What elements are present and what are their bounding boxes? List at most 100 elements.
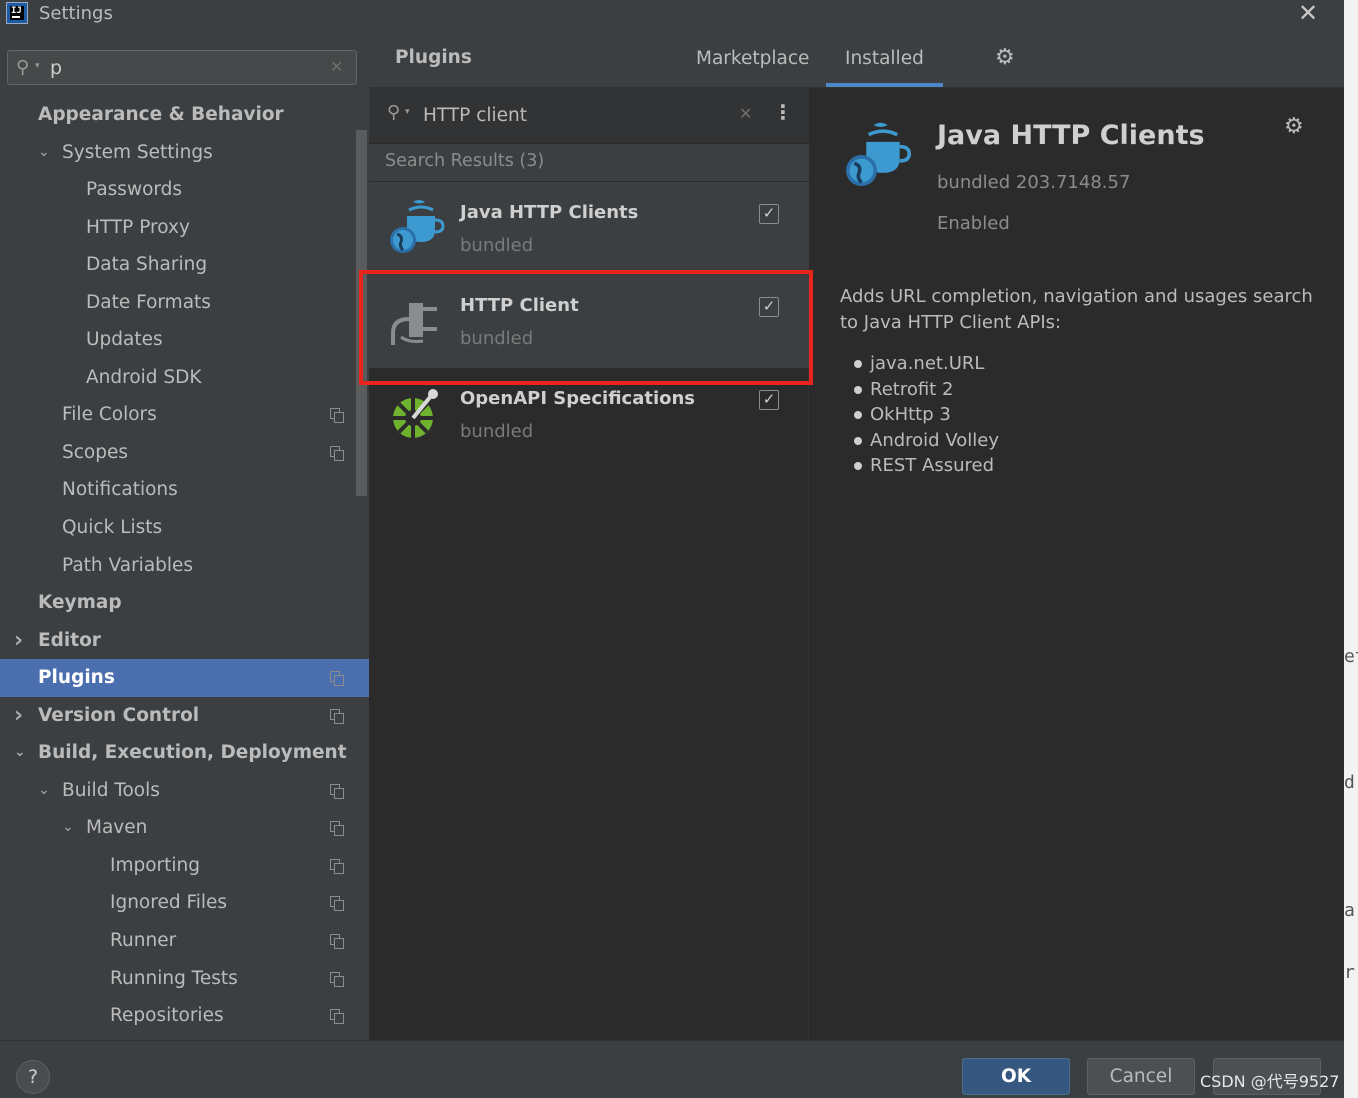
sidebar-item-label: Updates: [86, 329, 163, 351]
sidebar-item-importing[interactable]: Importing: [0, 847, 356, 885]
cancel-button[interactable]: Cancel: [1087, 1058, 1195, 1095]
plugin-feature-list: java.net.URL Retrofit 2 OkHttp 3 Android…: [852, 351, 999, 479]
plugin-enabled-checkbox[interactable]: ✓: [759, 204, 779, 224]
plugin-detail-description: Adds URL completion, navigation and usag…: [840, 286, 1313, 333]
search-results-header: Search Results (3): [369, 144, 809, 181]
sidebar-item-android-sdk[interactable]: Android SDK: [0, 359, 356, 397]
list-item: Android Volley: [852, 428, 999, 454]
sidebar-item-build-tools[interactable]: ⌄ Build Tools: [0, 772, 356, 810]
sidebar-item-label: Importing: [110, 854, 201, 876]
sidebar-item-label: Scopes: [62, 441, 128, 463]
watermark: CSDN @代号9527: [1200, 1072, 1340, 1091]
gear-icon[interactable]: ⚙: [995, 45, 1015, 70]
dialog-footer: ? OK Cancel: [0, 1040, 1344, 1098]
sidebar-item-label: Version Control: [38, 704, 200, 726]
plugin-enabled-checkbox[interactable]: ✓: [759, 390, 779, 410]
window-title: Settings: [39, 3, 113, 24]
sidebar-item-build-execution-deployment[interactable]: ⌄ Build, Execution, Deployment: [0, 734, 356, 772]
sidebar-item-file-colors[interactable]: File Colors: [0, 396, 356, 434]
search-icon: ⚲: [387, 102, 401, 123]
close-window-button[interactable]: ✕: [1296, 1, 1320, 25]
sidebar-item-label: File Colors: [62, 404, 157, 426]
background-text: et: [1344, 646, 1358, 667]
annotation-highlight-box: [359, 270, 813, 385]
settings-sidebar: ⚲ ▾ ✕ Appearance & Behavior ⌄ System Setti…: [0, 30, 369, 1040]
plugin-search-box[interactable]: ⚲ ▾ ✕ ⋮: [369, 88, 809, 143]
sidebar-item-label: Keymap: [38, 592, 122, 614]
plugin-details-panel: Java HTTP Clients ⚙ bundled 203.7148.57 …: [810, 88, 1344, 1040]
plugin-settings-gear-icon[interactable]: ⚙: [1284, 114, 1304, 139]
background-text: r: [1344, 962, 1355, 983]
list-item: java.net.URL: [852, 351, 999, 377]
sidebar-item-editor[interactable]: › Editor: [0, 622, 356, 660]
background-text: a: [1344, 900, 1355, 921]
project-level-settings-icon: [330, 821, 344, 837]
plugin-subtitle: bundled: [460, 235, 534, 256]
sidebar-item-plugins[interactable]: Plugins: [0, 659, 369, 697]
tab-installed[interactable]: Installed: [845, 48, 924, 69]
search-options-caret-icon[interactable]: ▾: [405, 107, 410, 117]
sidebar-item-http-proxy[interactable]: HTTP Proxy: [0, 209, 356, 247]
plugin-row-java-http-clients[interactable]: Java HTTP Clients bundled ✓: [369, 182, 809, 275]
chevron-down-icon[interactable]: ⌄: [38, 134, 50, 172]
sidebar-item-version-control[interactable]: › Version Control: [0, 697, 356, 735]
plugins-panel: Plugins Marketplace Installed ⚙ ⚲ ▾ ✕ ⋮ …: [369, 30, 1344, 1040]
sidebar-item-system-settings[interactable]: ⌄ System Settings: [0, 134, 356, 172]
chevron-down-icon[interactable]: ⌄: [38, 772, 50, 810]
sidebar-item-passwords[interactable]: Passwords: [0, 171, 356, 209]
sidebar-item-quick-lists[interactable]: Quick Lists: [0, 509, 356, 547]
sidebar-item-keymap[interactable]: Keymap: [0, 584, 356, 622]
tab-marketplace[interactable]: Marketplace: [696, 48, 809, 69]
chevron-right-icon[interactable]: ›: [14, 697, 23, 735]
project-level-settings-icon: [330, 445, 344, 461]
sidebar-item-label: Path Variables: [62, 554, 194, 576]
sidebar-item-label: System Settings: [62, 141, 213, 163]
project-level-settings-icon: [330, 971, 344, 987]
sidebar-item-running-tests[interactable]: Running Tests: [0, 960, 356, 998]
clear-search-icon[interactable]: ✕: [739, 104, 752, 123]
intellij-logo-icon: IJ: [6, 2, 28, 24]
sidebar-item-updates[interactable]: Updates: [0, 321, 356, 359]
plugin-search-input[interactable]: [423, 100, 723, 130]
page-title: Plugins: [395, 47, 472, 68]
chevron-down-icon[interactable]: ⌄: [62, 809, 74, 847]
plugin-name: OpenAPI Specifications: [460, 388, 696, 409]
sidebar-item-runner[interactable]: Runner: [0, 922, 356, 960]
plugin-detail-status: Enabled: [937, 213, 1010, 234]
java-http-clients-icon: [390, 200, 445, 253]
ok-button[interactable]: OK: [962, 1058, 1070, 1095]
settings-search-box[interactable]: ⚲ ▾ ✕: [7, 50, 357, 85]
sidebar-item-label: Appearance & Behavior: [38, 104, 284, 125]
plugin-detail-version: bundled 203.7148.57: [937, 172, 1131, 193]
project-level-settings-icon: [330, 934, 344, 950]
project-level-settings-icon: [330, 1009, 344, 1025]
sidebar-item-label: HTTP Proxy: [86, 216, 190, 238]
sidebar-item-ignored-files[interactable]: Ignored Files: [0, 884, 356, 922]
plugin-subtitle: bundled: [460, 421, 534, 442]
sidebar-item-label: Data Sharing: [86, 254, 208, 276]
more-options-icon[interactable]: ⋮: [773, 100, 793, 124]
search-options-caret-icon[interactable]: ▾: [35, 61, 40, 71]
search-results-label: Search Results (3): [385, 151, 545, 171]
project-level-settings-icon: [330, 408, 344, 424]
chevron-right-icon[interactable]: ›: [14, 622, 23, 660]
sidebar-item-maven[interactable]: ⌄ Maven: [0, 809, 356, 847]
sidebar-item-label: Runner: [110, 930, 177, 952]
sidebar-item-label: Date Formats: [86, 291, 211, 313]
sidebar-item-label: Maven: [86, 817, 148, 839]
sidebar-item-label: Plugins: [38, 667, 115, 689]
help-button[interactable]: ?: [16, 1060, 50, 1094]
active-tab-indicator: [826, 83, 943, 87]
sidebar-item-label: Passwords: [86, 179, 183, 201]
settings-search-input[interactable]: [50, 54, 320, 82]
chevron-down-icon[interactable]: ⌄: [14, 734, 26, 772]
sidebar-item-notifications[interactable]: Notifications: [0, 471, 356, 509]
clear-search-icon[interactable]: ✕: [330, 57, 343, 76]
sidebar-item-repositories[interactable]: Repositories: [0, 997, 356, 1035]
sidebar-item-label: Repositories: [110, 1005, 224, 1027]
sidebar-item-date-formats[interactable]: Date Formats: [0, 284, 356, 322]
sidebar-item-appearance-behavior[interactable]: Appearance & Behavior: [0, 96, 356, 134]
sidebar-item-path-variables[interactable]: Path Variables: [0, 547, 356, 585]
sidebar-item-scopes[interactable]: Scopes: [0, 434, 356, 472]
sidebar-item-data-sharing[interactable]: Data Sharing: [0, 246, 356, 284]
